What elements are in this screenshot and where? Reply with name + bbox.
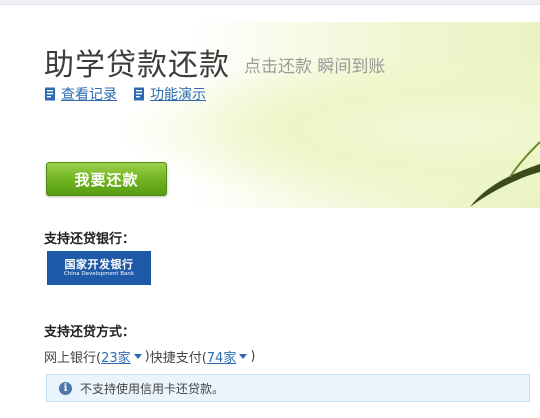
bank-name-cn: 国家开发银行 — [64, 258, 134, 271]
demo-link[interactable]: 功能演示 — [133, 84, 206, 104]
view-records-label[interactable]: 查看记录 — [61, 84, 117, 104]
chevron-down-icon[interactable] — [133, 354, 142, 359]
info-icon: i — [59, 381, 72, 395]
repay-button[interactable]: 我要还款 — [46, 162, 167, 196]
supported-banks-label: 支持还贷银行： — [44, 232, 136, 247]
page-subtitle: 点击还款 瞬间到账 — [244, 57, 386, 77]
supported-methods-label: 支持还贷方式： — [44, 325, 136, 340]
quick-pay-count[interactable]: 74家 — [207, 347, 237, 366]
quick-pay-suffix: ) — [250, 349, 256, 364]
document-icon — [45, 87, 55, 101]
china-development-bank-logo: 国家开发银行 China Development Bank — [47, 251, 151, 285]
top-border — [0, 0, 540, 5]
notice-text: 不支持使用信用卡还贷款。 — [80, 381, 225, 396]
leaf-decoration-icon — [470, 141, 540, 207]
online-banking-count[interactable]: 23家 — [101, 347, 131, 366]
credit-card-notice: i 不支持使用信用卡还贷款。 — [46, 374, 530, 402]
quick-pay-prefix: 快捷支付( — [149, 351, 207, 366]
bank-name-en: China Development Bank — [63, 271, 135, 277]
header-links: 查看记录 功能演示 — [44, 84, 206, 104]
page-title: 助学贷款还款 — [44, 48, 230, 83]
chevron-down-icon[interactable] — [239, 354, 248, 359]
demo-label[interactable]: 功能演示 — [150, 84, 206, 104]
online-banking-prefix: 网上银行( — [44, 351, 102, 366]
view-records-link[interactable]: 查看记录 — [44, 84, 117, 104]
payment-methods: 网上银行( 23家 ) 快捷支付( 74家 ) — [44, 347, 255, 366]
document-icon — [134, 87, 144, 101]
